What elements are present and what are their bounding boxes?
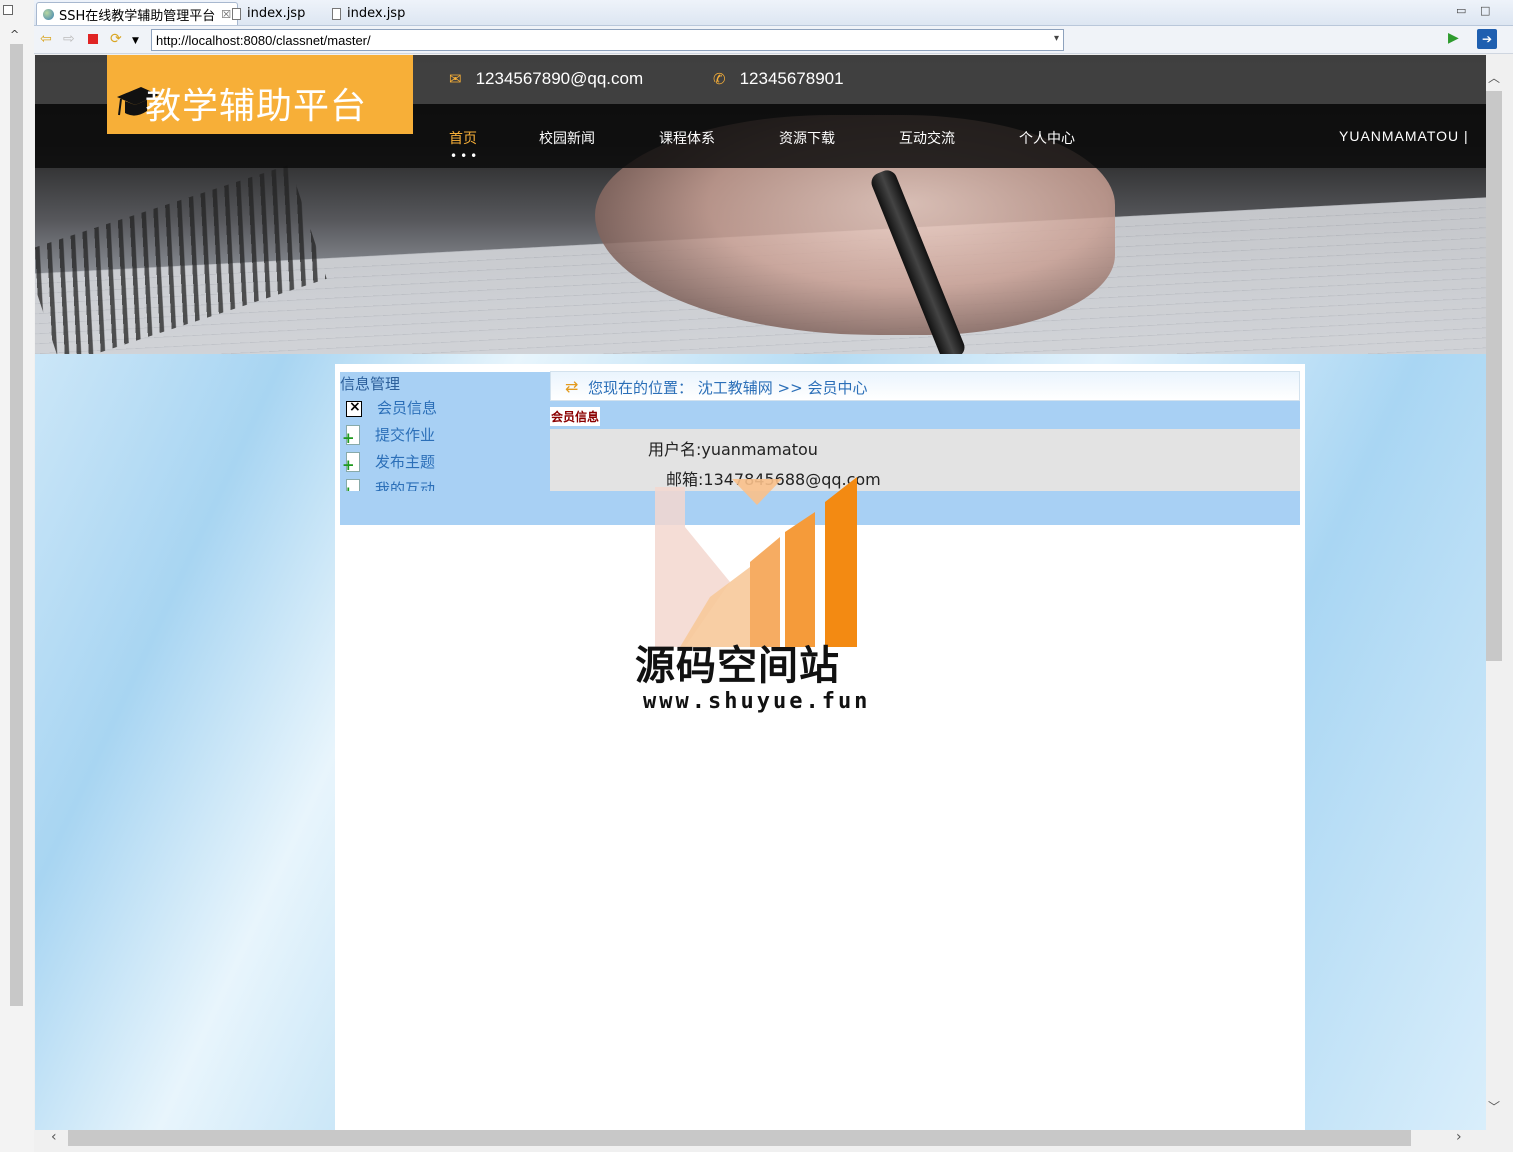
sidebar-title: 信息管理 [340,375,401,393]
menu-item-home[interactable]: 首页 [449,128,477,148]
phone-icon: ✆ [713,71,726,88]
tab-index-jsp-1-label: index.jsp [247,6,306,21]
sidebar-item-label: 发布主题 [375,453,436,471]
browser-toolbar: ⇦ ⇨ ⟳ ▼ http://localhost:8080/classnet/m… [34,26,1513,54]
chevron-down-icon[interactable]: ▾ [1054,33,1059,44]
open-external-icon[interactable]: ➔ [1477,29,1497,49]
exchange-arrows-icon: ⇄ [565,377,579,396]
header-phone-text: 12345678901 [739,69,844,88]
horizontal-scrollbar[interactable]: ‹ › [35,1129,1486,1147]
menu-item-news[interactable]: 校园新闻 [539,128,595,148]
editor-tabbar: SSH在线教学辅助管理平台 ☒ index.jsp index.jsp ▭ □ [34,0,1513,26]
tab-index-jsp-2[interactable]: index.jsp [326,2,411,25]
site-logo-text: 教学辅助平台 [145,86,368,127]
chevron-up-icon[interactable]: ^ [10,28,19,41]
header-email[interactable]: ✉ 1234567890@qq.com [449,69,643,89]
page-viewport: 教学辅助平台 ✉ 1234567890@qq.com ✆ 12345678901… [35,55,1486,1130]
horizontal-scroll-thumb[interactable] [68,1130,1411,1146]
url-input[interactable]: http://localhost:8080/classnet/master/ ▾ [151,29,1064,51]
minimize-icon[interactable] [3,5,13,15]
breadcrumb-text[interactable]: 您现在的位置： 沈工教辅网 >> 会员中心 [588,377,867,398]
refresh-icon[interactable]: ⟳ [110,32,122,46]
vertical-scrollbar[interactable]: ︿ ﹀ [1486,55,1503,1130]
add-page-icon [342,424,360,447]
chevron-left-icon[interactable]: ‹ [51,1129,57,1145]
dropdown-icon[interactable]: ▼ [132,34,139,48]
stop-icon[interactable] [88,34,98,44]
sidebar-item-label: 提交作业 [375,426,436,444]
tab-index-jsp-1[interactable]: index.jsp [226,2,311,25]
tab-browser-label: SSH在线教学辅助管理平台 [59,8,216,24]
breadcrumb: ⇄ 您现在的位置： 沈工教辅网 >> 会员中心 [550,371,1300,401]
active-menu-indicator: ••• [450,149,481,163]
menu-item-downloads[interactable]: 资源下载 [779,128,835,148]
chevron-up-icon[interactable]: ︿ [1488,69,1500,86]
file-icon [232,7,241,20]
minimize-window-icon[interactable]: ▭ [1456,4,1466,17]
vertical-scroll-thumb[interactable] [1486,91,1502,661]
chevron-down-icon[interactable]: ﹀ [1488,1098,1500,1115]
menu-item-interaction[interactable]: 互动交流 [899,128,955,148]
menu-item-profile[interactable]: 个人中心 [1019,128,1075,148]
sidebar-item-submit-homework[interactable]: 提交作业 [342,424,436,447]
add-page-icon [342,451,360,474]
menu-item-courses[interactable]: 课程体系 [659,128,715,148]
watermark-name: 源码空间站 [635,643,840,689]
chevron-right-icon[interactable]: › [1456,1129,1462,1145]
tab-index-jsp-2-label: index.jsp [347,6,406,21]
left-scrollbar[interactable] [10,44,23,1006]
go-icon[interactable]: ▶ [1448,30,1459,46]
maximize-window-icon[interactable]: □ [1480,4,1490,17]
header-banner: 教学辅助平台 ✉ 1234567890@qq.com ✆ 12345678901… [35,55,1486,354]
watermark-url: www.shuyue.fun [643,689,871,714]
user-menu-link[interactable]: YUANMAMATOU | [1339,128,1469,144]
tab-browser[interactable]: SSH在线教学辅助管理平台 ☒ [36,2,239,25]
site-logo[interactable]: 教学辅助平台 [107,55,413,134]
sidebar-item-post-topic[interactable]: 发布主题 [342,451,436,474]
globe-icon [43,8,54,20]
sidebar-item-member-info[interactable]: 会员信息 [346,397,437,418]
info-tab-strip: 会员信息 [550,401,1300,429]
envelope-icon: ✉ [449,71,462,88]
tab-member-info[interactable]: 会员信息 [550,407,601,426]
back-icon[interactable]: ⇦ [40,32,52,46]
header-phone[interactable]: ✆ 12345678901 [713,69,844,89]
header-email-text: 1234567890@qq.com [475,69,644,88]
forward-icon[interactable]: ⇨ [63,32,75,46]
broken-image-icon [346,399,362,417]
file-icon [332,7,341,20]
ide-left-panel: ^ [0,0,34,1152]
sidebar-item-label: 会员信息 [377,399,438,417]
url-text: http://localhost:8080/classnet/master/ [156,33,371,48]
